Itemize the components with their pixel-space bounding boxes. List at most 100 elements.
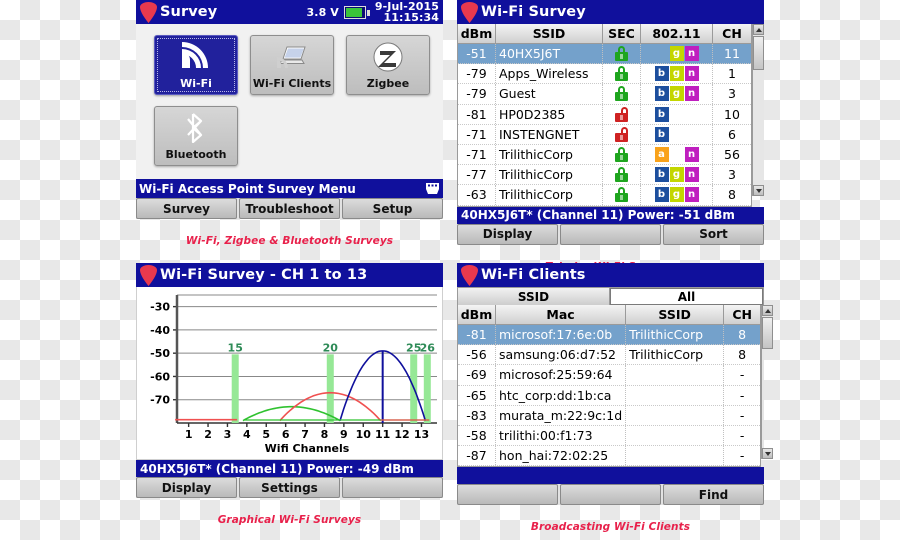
cell-80211: an [641, 144, 713, 165]
cell-ssid: INSTENGNET [496, 124, 603, 144]
phy-badge-b: b [654, 126, 669, 142]
cell-mac: microsof:17:6e:0b [496, 325, 627, 345]
wifi-clients-table: dBm Mac SSID CH -81 microsof:17:6e:0b Tril… [457, 305, 762, 468]
phy-badge-b: b [654, 167, 669, 183]
table-row[interactable]: -77 TrilithicCorp b g n 3 [458, 165, 751, 186]
table-row[interactable]: -69 microsof:25:59:64 - [458, 365, 761, 386]
softkey-sort[interactable]: Sort [663, 223, 764, 245]
y-tick-label: -70 [150, 394, 170, 407]
phy-badge-empty [685, 127, 699, 142]
keyboard-icon[interactable] [425, 182, 440, 195]
cell-dbm: -65 [458, 385, 496, 405]
channel-marker-label: 20 [323, 341, 339, 354]
phy-badge-n: n [684, 187, 699, 203]
panel-graph-survey: Wi-Fi Survey - CH 1 to 13 -30 -40 -50 -60 -7… [136, 263, 443, 526]
phy-badge-empty [670, 127, 684, 142]
wifi-channel-chart: -30 -40 -50 -60 -70 15 20 25 26 1 2 3 4 5 6 7 8 9 10 11 12 13… [136, 287, 443, 460]
scroll-up-button[interactable] [762, 305, 774, 316]
cell-ssid [626, 405, 725, 425]
scroll-down-button[interactable] [762, 448, 774, 459]
cell-dbm: -58 [458, 425, 496, 446]
softkey-find[interactable]: Find [663, 484, 764, 506]
softkey-blank[interactable] [560, 223, 661, 245]
panel-survey-menu: Survey 3.8 V 9-Jul-2015 11:15:34 Wi-Fi W… [136, 0, 443, 247]
softkey-survey[interactable]: Survey [136, 198, 237, 219]
cell-ssid: Guest [496, 84, 603, 104]
panel-wifi-clients: Wi-Fi Clients SSID All dBm Mac SSID CH -… [457, 263, 774, 533]
cell-ssid: TrilithicCorp [626, 325, 725, 345]
cell-ch: 3 [728, 167, 736, 183]
button-bluetooth[interactable]: Bluetooth [154, 106, 238, 166]
menubar-survey: Wi-Fi Access Point Survey Menu [136, 179, 443, 198]
lock-closed-icon [615, 86, 628, 102]
table-row[interactable]: -58 trilithi:00:f1:73 - [458, 425, 761, 447]
softkey-blank[interactable] [342, 477, 443, 498]
table-header-row: dBm Mac SSID CH [458, 305, 761, 325]
softkey-troubleshoot[interactable]: Troubleshoot [239, 198, 340, 219]
cell-sec [603, 64, 641, 84]
survey-icon-row-1: Wi-Fi Wi-Fi Clients Zigbee [136, 24, 443, 95]
table-row[interactable]: -63 TrilithicCorp b g n 8 [458, 185, 751, 206]
phy-badge-empty [655, 46, 669, 61]
softkey-setup[interactable]: Setup [342, 198, 443, 219]
softkey-blank-1[interactable] [457, 484, 558, 506]
cell-dbm: -87 [458, 446, 496, 466]
phy-badge-n: n [684, 86, 699, 102]
phy-badges: bgn [654, 86, 699, 102]
table-row[interactable]: -56 samsung:06:d7:52 TrilithicCorp 8 [458, 345, 761, 366]
cell-80211: bgn [641, 165, 713, 185]
cell-ch: 56 [724, 147, 740, 163]
table-row[interactable]: -65 htc_corp:dd:1b:ca - [458, 385, 761, 406]
phy-badges: bgn [654, 167, 699, 183]
button-wifi-clients-label: Wi-Fi Clients [252, 77, 332, 90]
table-row[interactable]: -51 40HX5J6T g n 11 [458, 44, 751, 65]
phy-badge-empty [685, 107, 699, 122]
phy-badge-g: g [669, 167, 684, 183]
softkey-display[interactable]: Display [457, 223, 558, 245]
scroll-thumb[interactable] [762, 317, 774, 349]
button-wifi-clients[interactable]: Wi-Fi Clients [250, 35, 334, 95]
survey-menu-screen: Wi-Fi Wi-Fi Clients Zigbee Bluetooth [136, 24, 443, 179]
table-row[interactable]: -81 HP0D2385 b 10 [458, 104, 751, 125]
x-axis-label: Wifi Channels [265, 442, 350, 455]
table-row[interactable]: -79 Apps_Wireless b g n 1 [458, 64, 751, 85]
softkey-row-wifi-clients: Find [457, 484, 764, 506]
scroll-up-button[interactable] [753, 24, 764, 35]
cell-sec [603, 84, 641, 104]
trilithic-logo-icon [461, 264, 478, 286]
cell-dbm: -83 [458, 405, 496, 425]
lock-open-icon [615, 106, 628, 122]
titlebar-wifi-survey: Wi-Fi Survey [457, 0, 764, 24]
cell-ch: - [739, 407, 745, 423]
cell-ssid: TrilithicCorp [626, 345, 725, 365]
phy-badge-b: b [654, 106, 669, 122]
ssid-filter-value[interactable]: All [610, 288, 763, 305]
table-row[interactable]: -71 TrilithicCorp a n 56 [458, 144, 751, 166]
titlebar-title: Wi-Fi Survey [481, 4, 586, 20]
button-wifi[interactable]: Wi-Fi [154, 35, 238, 95]
table-row[interactable]: -83 murata_m:22:9c:1d - [458, 405, 761, 426]
scroll-down-button[interactable] [753, 185, 764, 196]
channel-marker-label: 15 [228, 341, 243, 354]
button-zigbee[interactable]: Zigbee [346, 35, 430, 95]
table-row[interactable]: -81 microsof:17:6e:0b TrilithicCorp 8 [458, 325, 761, 346]
th-ssid: SSID [496, 24, 603, 43]
time-text: 11:15:34 [383, 11, 439, 24]
lock-closed-icon [615, 46, 628, 62]
table-row[interactable]: -79 Guest b g n 3 [458, 84, 751, 105]
scrollbar-wifi-clients[interactable] [761, 305, 774, 459]
cell-mac: microsof:25:59:64 [496, 365, 627, 385]
softkey-display[interactable]: Display [136, 477, 237, 498]
softkey-settings[interactable]: Settings [239, 477, 340, 498]
phy-badge-n: n [684, 66, 699, 82]
table-row[interactable]: -71 INSTENGNET b 6 [458, 124, 751, 145]
table-row[interactable]: -87 hon_hai:72:02:25 - [458, 446, 761, 467]
lock-closed-icon [615, 66, 628, 82]
scroll-thumb[interactable] [753, 36, 764, 70]
titlebar-title: Survey [160, 4, 218, 20]
th-ch: CH [732, 307, 752, 322]
scrollbar-wifi-survey[interactable] [752, 24, 764, 196]
trilithic-logo-icon [140, 1, 157, 23]
cell-sec [603, 104, 641, 124]
softkey-blank-2[interactable] [560, 484, 661, 506]
